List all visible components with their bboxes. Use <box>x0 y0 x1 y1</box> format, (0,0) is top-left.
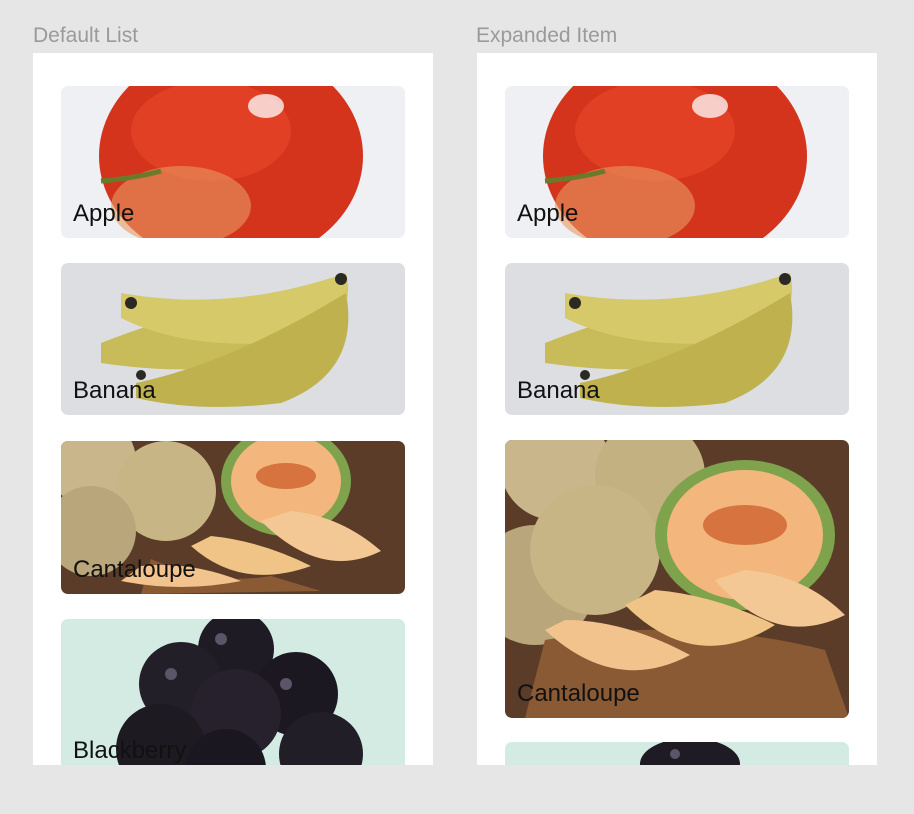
list-item-label: Cantaloupe <box>517 680 640 707</box>
expanded-item-panel: Apple Banana Cantaloupe <box>477 53 877 765</box>
list-item-cantaloupe[interactable]: Cantaloupe <box>61 441 405 594</box>
list-item-blackberry[interactable] <box>505 742 849 765</box>
default-list-panel: Apple Banana Cantaloupe Blackberry <box>33 53 433 765</box>
list-item-label: Apple <box>73 200 135 227</box>
panel-title-default: Default List <box>33 24 139 47</box>
list-item-label: Apple <box>517 200 579 227</box>
cantaloupe-photo <box>505 440 849 718</box>
list-item-cantaloupe-expanded[interactable]: Cantaloupe <box>505 440 849 718</box>
list-item-banana[interactable]: Banana <box>505 263 849 415</box>
list-item-label: Banana <box>73 377 156 404</box>
list-item-label: Banana <box>517 377 600 404</box>
list-item-apple[interactable]: Apple <box>61 86 405 238</box>
list-item-banana[interactable]: Banana <box>61 263 405 415</box>
list-item-label: Blackberry <box>73 737 187 764</box>
list-item-blackberry[interactable]: Blackberry <box>61 619 405 765</box>
list-item-label: Cantaloupe <box>73 556 196 583</box>
blackberry-photo <box>505 742 849 765</box>
list-item-apple[interactable]: Apple <box>505 86 849 238</box>
panel-title-expanded: Expanded Item <box>476 24 618 47</box>
